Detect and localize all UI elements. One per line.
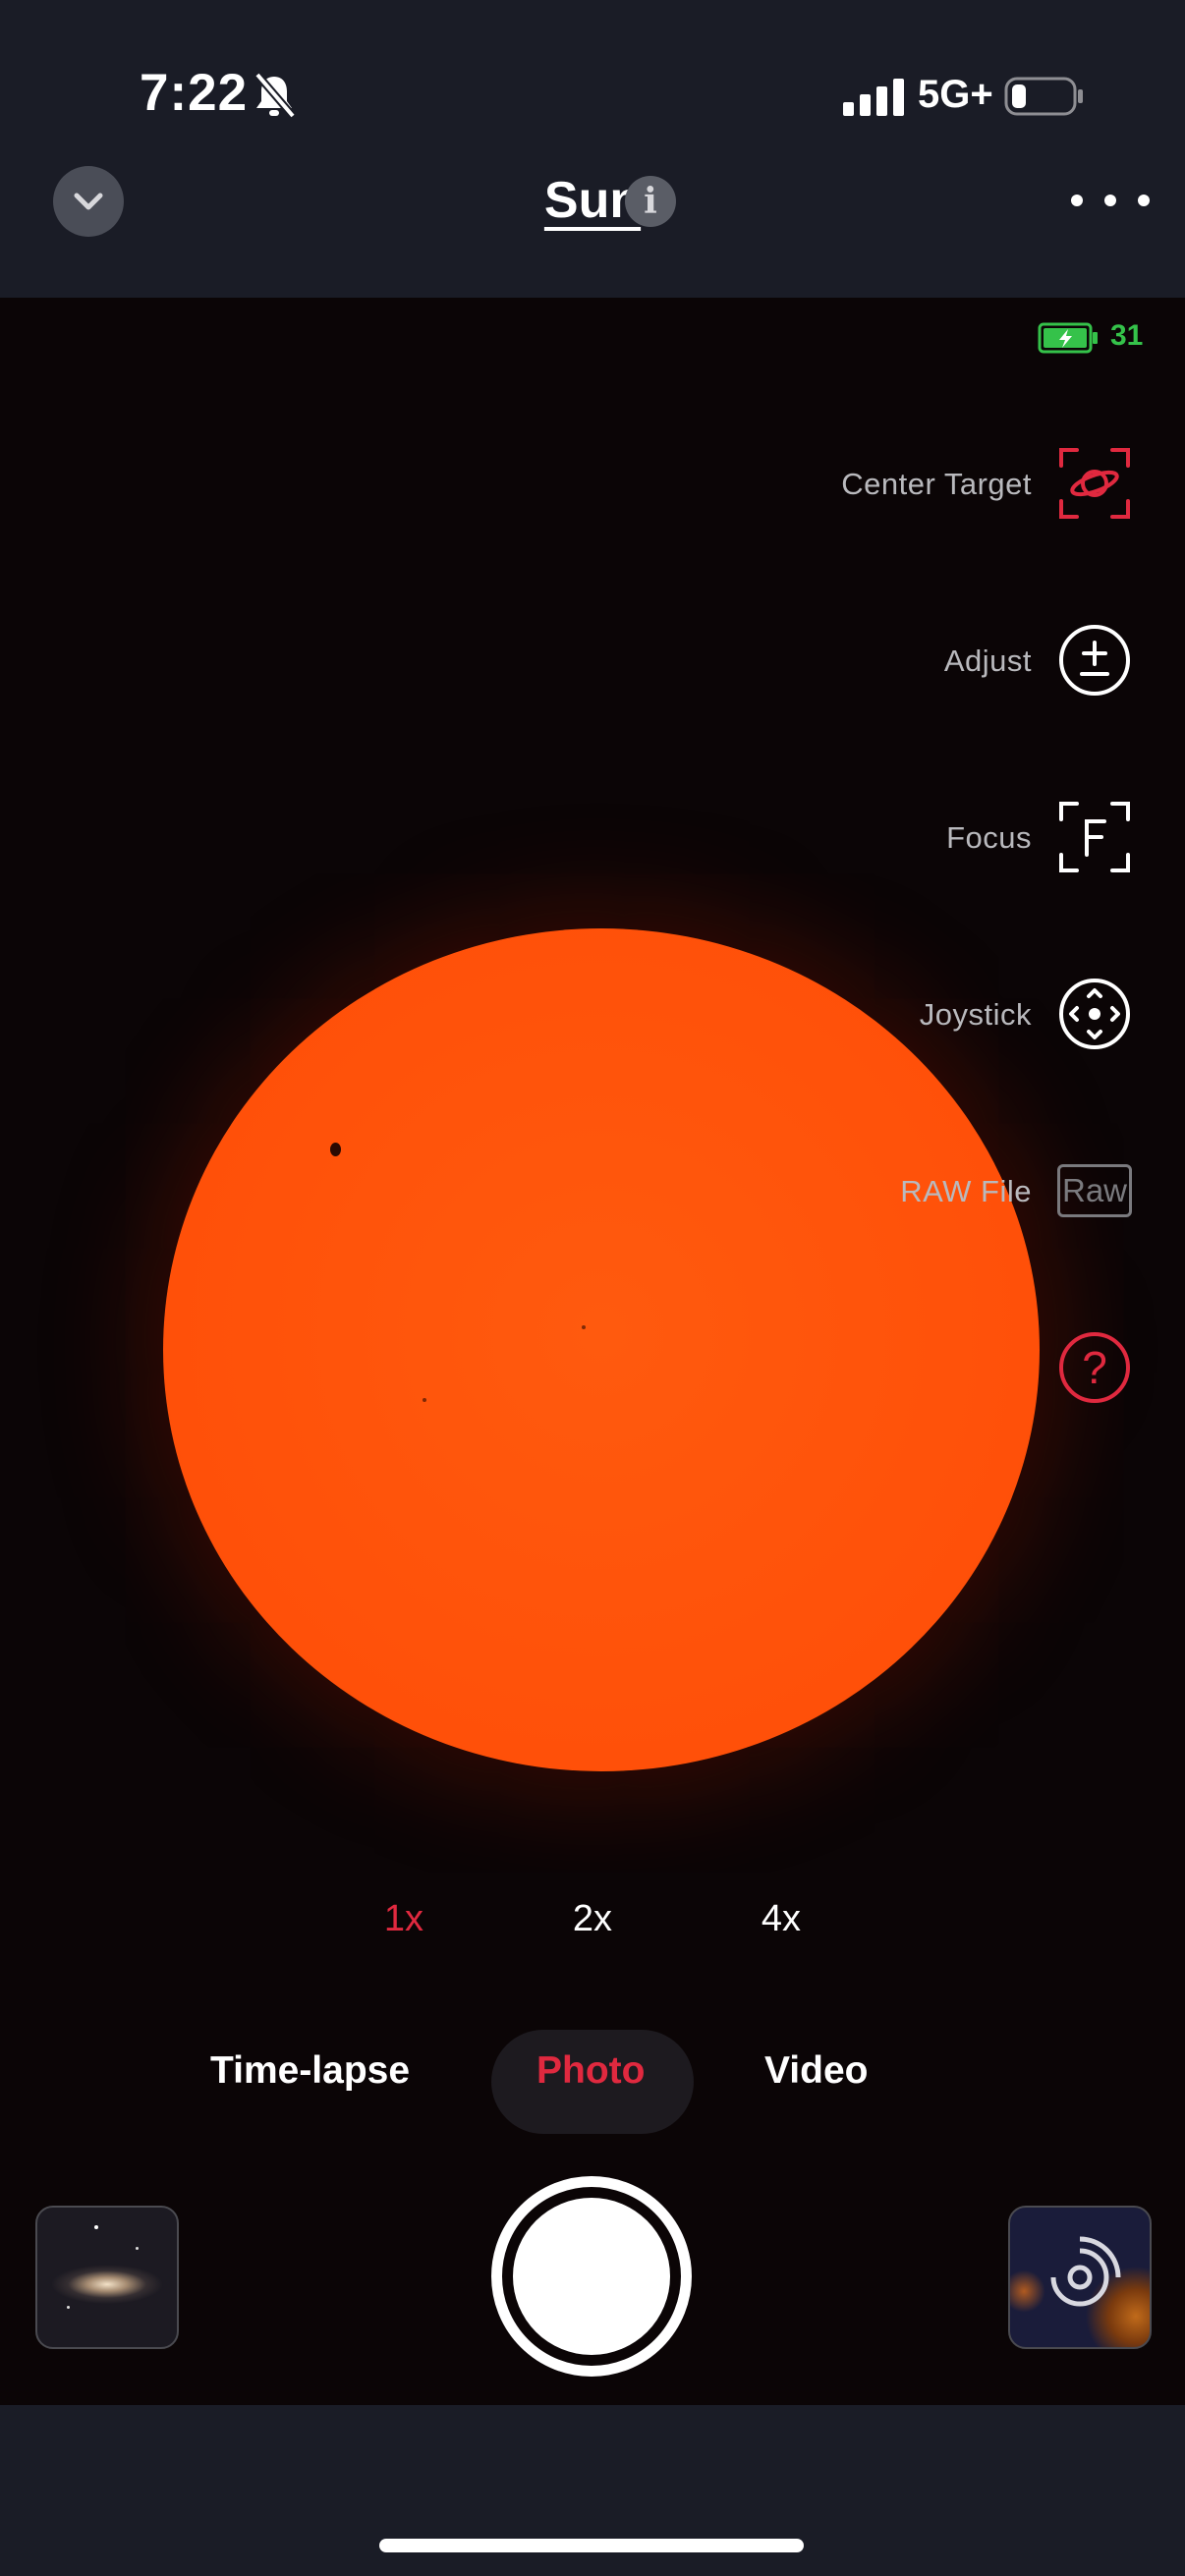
shutter-inner xyxy=(513,2198,670,2355)
sun-image xyxy=(163,928,1040,1771)
raw-icon: Raw xyxy=(1057,1164,1132,1217)
joystick-label: Joystick xyxy=(919,997,1032,1032)
gallery-thumbnail[interactable] xyxy=(35,2206,179,2349)
network-type: 5G+ xyxy=(918,73,993,116)
home-indicator[interactable] xyxy=(379,2539,804,2552)
mode-photo[interactable]: Photo xyxy=(536,2049,645,2093)
mode-video[interactable]: Video xyxy=(764,2049,868,2093)
zoom-4x-button[interactable]: 4x xyxy=(742,1898,820,1940)
focus-icon xyxy=(1059,802,1130,872)
joystick-button[interactable] xyxy=(1055,975,1134,1053)
solar-system-button[interactable] xyxy=(1008,2206,1152,2349)
more-dot-icon xyxy=(1104,195,1116,206)
more-dot-icon xyxy=(1071,195,1083,206)
collapse-button[interactable] xyxy=(53,166,124,237)
zoom-2x-button[interactable]: 2x xyxy=(553,1898,632,1940)
star xyxy=(67,2306,70,2309)
help-icon-text: ? xyxy=(1082,1342,1107,1393)
center-target-label: Center Target xyxy=(841,467,1032,501)
info-button[interactable]: i xyxy=(625,176,676,227)
shutter-button[interactable] xyxy=(491,2176,692,2377)
star xyxy=(94,2225,98,2229)
mode-time-lapse[interactable]: Time-lapse xyxy=(210,2049,410,2093)
battery-icon xyxy=(1004,77,1083,116)
focus-button[interactable] xyxy=(1055,798,1134,876)
sunspot xyxy=(423,1398,426,1402)
cellular-signal-icon xyxy=(843,79,904,116)
scope-battery-level: 31 xyxy=(1110,319,1144,352)
scope-battery-icon xyxy=(1038,322,1098,354)
adjust-label: Adjust xyxy=(943,644,1032,678)
focus-label: Focus xyxy=(946,820,1032,855)
bell-muted-icon xyxy=(254,72,297,119)
center-target-button[interactable] xyxy=(1055,444,1134,523)
chevron-down-icon xyxy=(74,193,103,210)
joystick-icon xyxy=(1059,979,1130,1049)
orbit-icon xyxy=(1050,2236,1121,2307)
raw-file-button[interactable]: Raw xyxy=(1055,1151,1134,1230)
status-time: 7:22 xyxy=(140,64,249,122)
raw-file-label: RAW File xyxy=(900,1174,1032,1208)
zoom-1x-button[interactable]: 1x xyxy=(365,1898,443,1940)
center-target-icon xyxy=(1059,448,1130,519)
help-button[interactable]: ? xyxy=(1055,1328,1134,1407)
raw-icon-text: Raw xyxy=(1061,1172,1128,1208)
sunspot xyxy=(330,1143,341,1156)
more-dot-icon xyxy=(1138,195,1150,206)
plus-minus-icon xyxy=(1059,625,1130,696)
adjust-button[interactable] xyxy=(1055,621,1134,700)
help-icon: ? xyxy=(1059,1332,1130,1403)
page-title-wrap: Sun xyxy=(0,171,1185,230)
more-options-button[interactable] xyxy=(1071,181,1150,220)
sunspot xyxy=(582,1325,586,1329)
star xyxy=(136,2247,139,2250)
